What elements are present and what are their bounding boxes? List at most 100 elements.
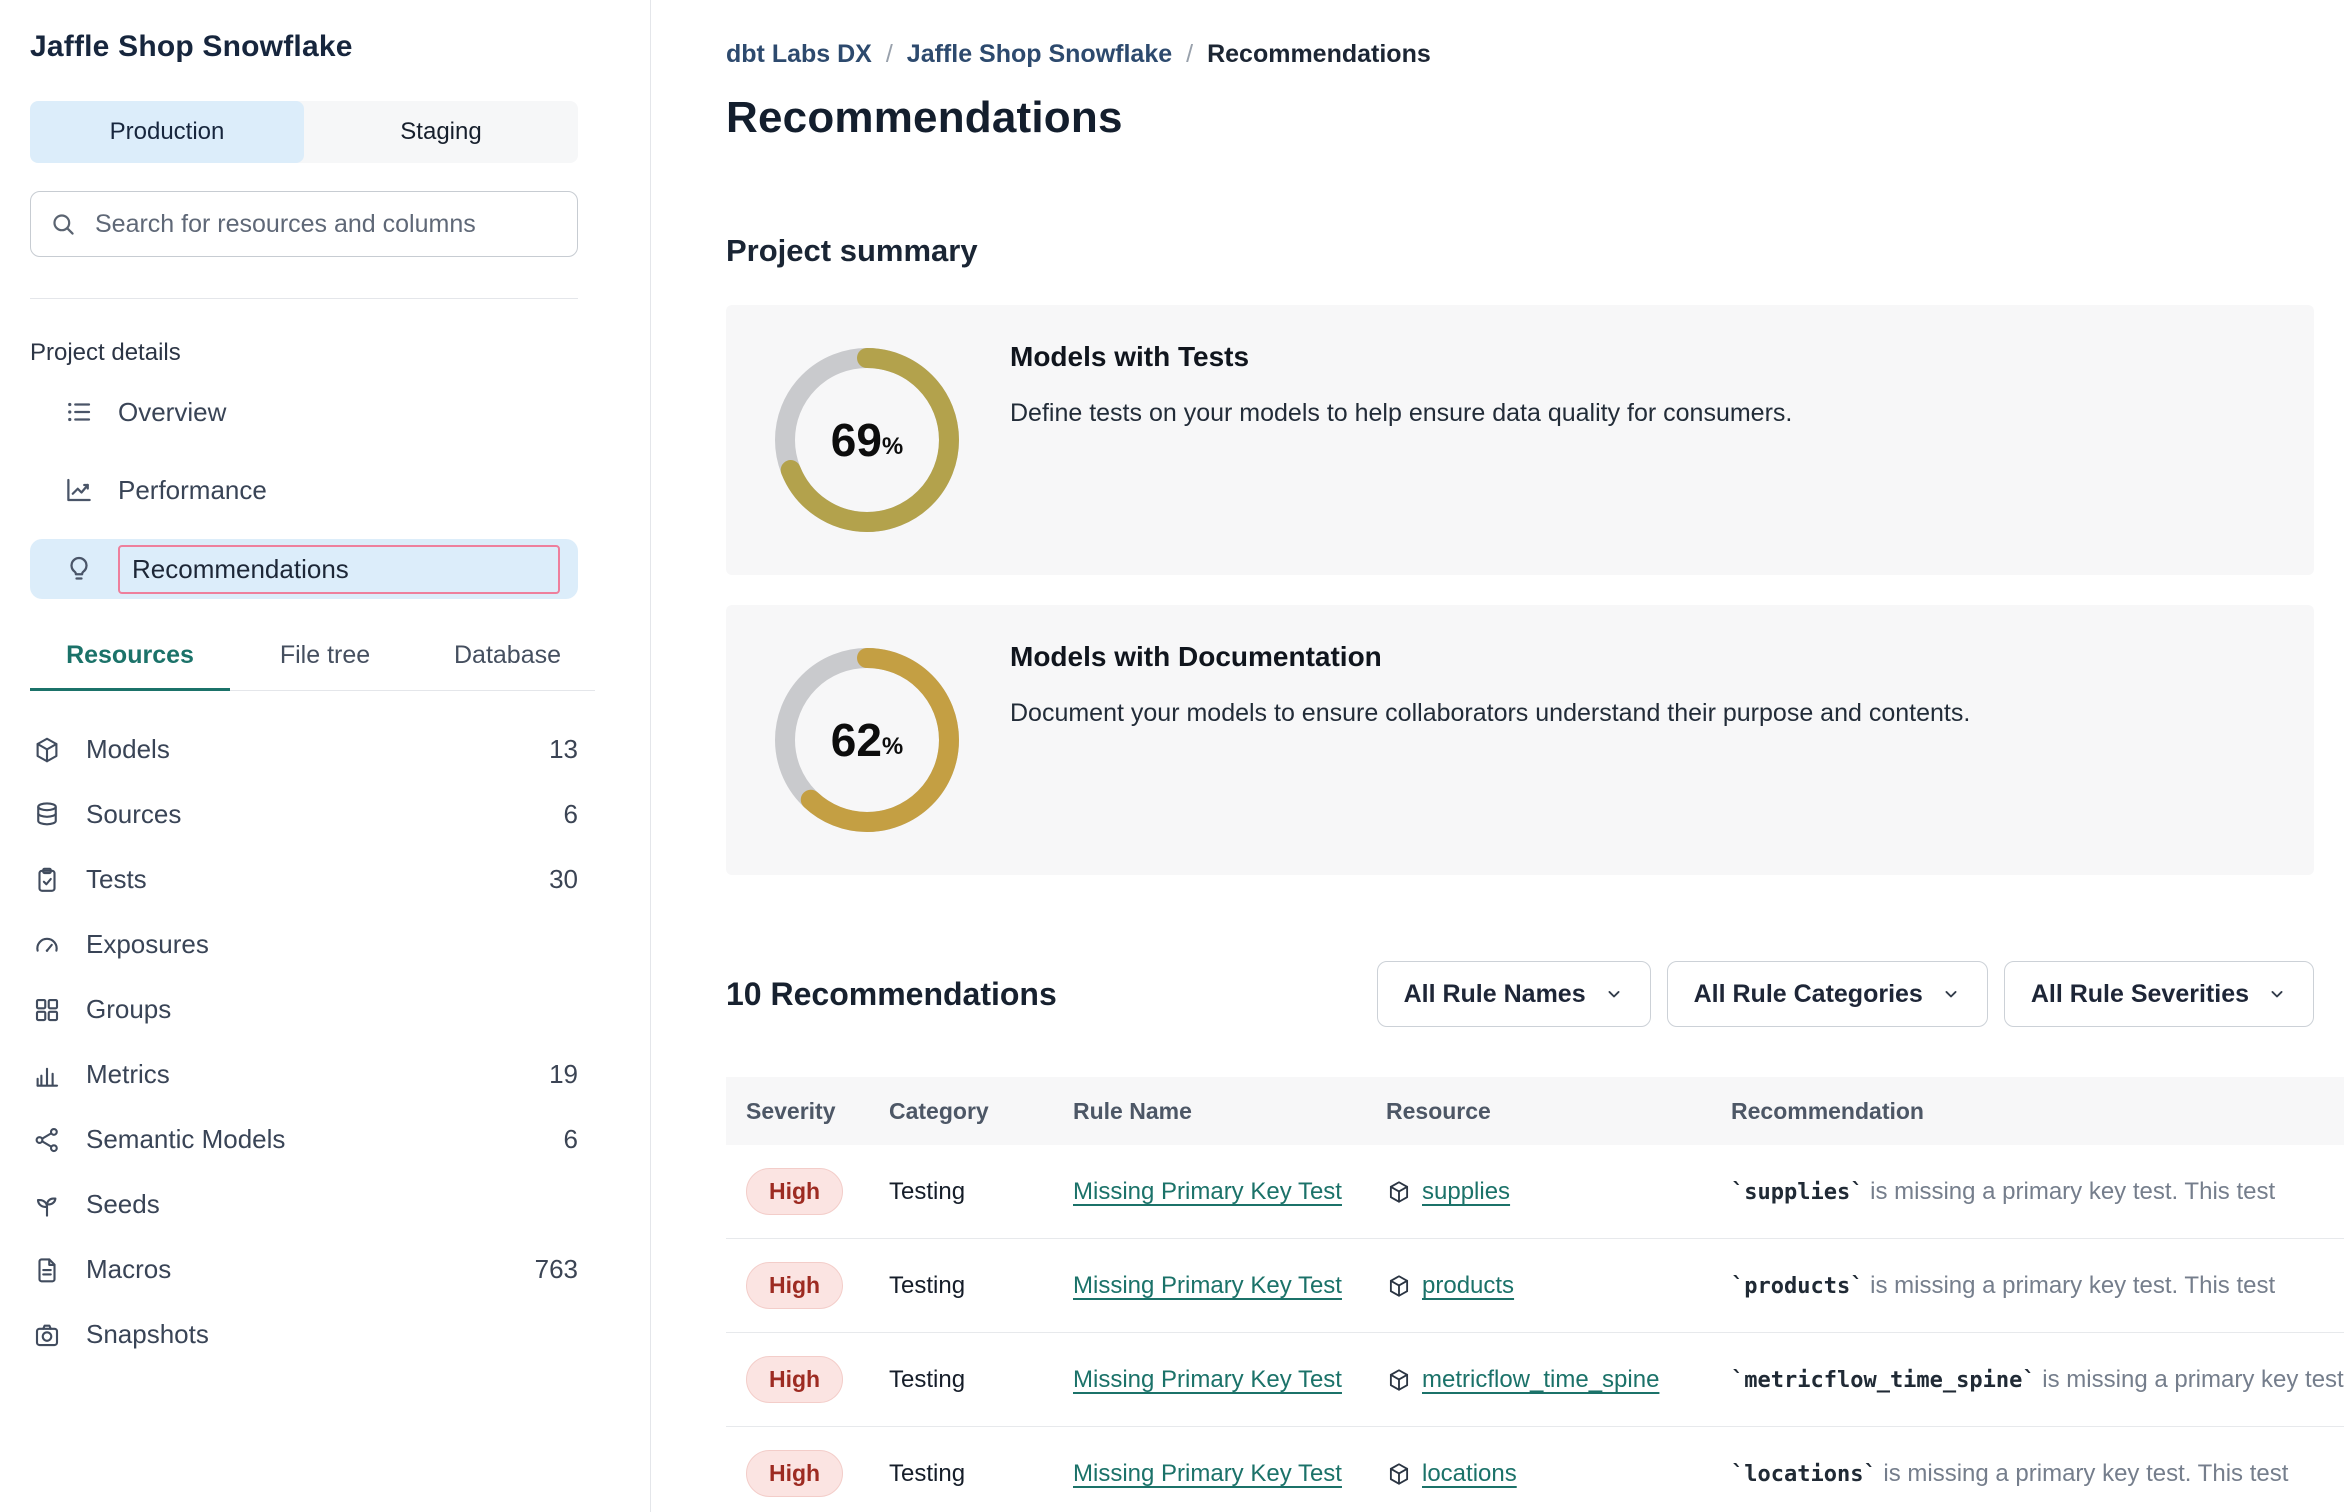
- breadcrumb-project[interactable]: Jaffle Shop Snowflake: [907, 40, 1172, 69]
- resource-label: Seeds: [86, 1189, 160, 1220]
- resource-item-macros[interactable]: Macros 763: [30, 1237, 578, 1302]
- cube-icon: [1386, 1367, 1412, 1393]
- cube-icon: [1386, 1273, 1412, 1299]
- donut-chart-documentation: 62 %: [772, 645, 962, 835]
- card-description: Define tests on your models to help ensu…: [1010, 399, 1792, 428]
- resource-item-snapshots[interactable]: Snapshots: [30, 1302, 578, 1367]
- sidebar-item-recommendations[interactable]: Recommendations: [30, 539, 578, 599]
- tab-resources[interactable]: Resources: [30, 641, 230, 691]
- table-row: High Testing Missing Primary Key Test me…: [726, 1333, 2344, 1427]
- resource-link[interactable]: metricflow_time_spine: [1422, 1366, 1659, 1394]
- resource-item-semantic-models[interactable]: Semantic Models 6: [30, 1107, 578, 1172]
- category-cell: Testing: [889, 1366, 1073, 1394]
- recommendation-text: is missing a primary key test. This test: [2036, 1366, 2344, 1393]
- percent-number: 62: [831, 713, 882, 767]
- resource-label: Sources: [86, 799, 181, 830]
- recommendation-text: is missing a primary key test. This test: [1863, 1272, 2275, 1299]
- category-cell: Testing: [889, 1178, 1073, 1206]
- col-header-severity: Severity: [746, 1098, 889, 1125]
- filter-rule-categories[interactable]: All Rule Categories: [1667, 961, 1988, 1027]
- tab-staging[interactable]: Staging: [304, 101, 578, 163]
- donut-value: 62 %: [772, 645, 962, 835]
- resource-count: 763: [535, 1254, 578, 1285]
- table-row: High Testing Missing Primary Key Test pr…: [726, 1239, 2344, 1333]
- resource-tabs: Resources File tree Database: [30, 641, 595, 691]
- tab-file-tree[interactable]: File tree: [230, 641, 420, 690]
- page-title: Recommendations: [726, 93, 2344, 143]
- breadcrumb-separator: /: [1186, 40, 1193, 69]
- chevron-down-icon: [1941, 984, 1961, 1004]
- table-header-row: Severity Category Rule Name Resource Rec…: [726, 1077, 2344, 1145]
- resource-code: `products`: [1731, 1274, 1863, 1299]
- rule-name-link[interactable]: Missing Primary Key Test: [1073, 1178, 1342, 1205]
- card-description: Document your models to ensure collabora…: [1010, 699, 1970, 728]
- tab-database[interactable]: Database: [420, 641, 595, 690]
- sidebar-item-overview[interactable]: Overview: [30, 383, 578, 441]
- filter-label: All Rule Categories: [1694, 980, 1923, 1009]
- rule-name-link[interactable]: Missing Primary Key Test: [1073, 1460, 1342, 1487]
- breadcrumb-account[interactable]: dbt Labs DX: [726, 40, 872, 69]
- chevron-down-icon: [2267, 984, 2287, 1004]
- col-header-recommendation: Recommendation: [1731, 1098, 2344, 1125]
- resource-item-sources[interactable]: Sources 6: [30, 782, 578, 847]
- breadcrumb-current: Recommendations: [1207, 40, 1431, 69]
- search-input[interactable]: [93, 209, 559, 240]
- recommendation-cell: `locations` is missing a primary key tes…: [1731, 1460, 2344, 1488]
- percent-sign: %: [882, 733, 903, 761]
- overview-icon: [64, 397, 94, 427]
- resource-label: Macros: [86, 1254, 171, 1285]
- recommendations-count-heading: 10 Recommendations: [726, 976, 1057, 1013]
- resource-item-exposures[interactable]: Exposures: [30, 912, 578, 977]
- environment-switcher: Production Staging: [30, 101, 578, 163]
- sidebar-item-performance[interactable]: Performance: [30, 461, 578, 519]
- cube-icon: [30, 735, 64, 765]
- recommendation-text: is missing a primary key test. This test: [1877, 1460, 2289, 1487]
- resource-item-tests[interactable]: Tests 30: [30, 847, 578, 912]
- file-text-icon: [30, 1255, 64, 1285]
- card-title: Models with Tests: [1010, 341, 1792, 373]
- resource-item-seeds[interactable]: Seeds: [30, 1172, 578, 1237]
- recommendations-table: Severity Category Rule Name Resource Rec…: [726, 1077, 2344, 1512]
- resource-label: Models: [86, 734, 170, 765]
- resource-item-groups[interactable]: Groups: [30, 977, 578, 1042]
- table-row: High Testing Missing Primary Key Test su…: [726, 1145, 2344, 1239]
- resource-count: 6: [564, 1124, 578, 1155]
- project-details-label: Project details: [30, 339, 578, 367]
- col-header-resource: Resource: [1386, 1098, 1731, 1125]
- resource-label: Tests: [86, 864, 147, 895]
- resource-label: Groups: [86, 994, 171, 1025]
- resource-item-metrics[interactable]: Metrics 19: [30, 1042, 578, 1107]
- severity-badge: High: [746, 1450, 843, 1497]
- rule-name-link[interactable]: Missing Primary Key Test: [1073, 1366, 1342, 1393]
- filter-rule-names[interactable]: All Rule Names: [1377, 961, 1651, 1027]
- filter-label: All Rule Names: [1404, 980, 1586, 1009]
- cube-icon: [1386, 1461, 1412, 1487]
- sidebar-item-label: Overview: [118, 397, 226, 428]
- percent-sign: %: [882, 433, 903, 461]
- summary-card-models-with-tests: 69 % Models with Tests Define tests on y…: [726, 305, 2314, 575]
- sidebar-item-label: Recommendations: [132, 554, 349, 584]
- clipboard-check-icon: [30, 865, 64, 895]
- recommendation-text: is missing a primary key test. This test: [1863, 1178, 2275, 1205]
- rule-name-link[interactable]: Missing Primary Key Test: [1073, 1272, 1342, 1299]
- sidebar-divider: [30, 298, 578, 299]
- tab-production[interactable]: Production: [30, 101, 304, 163]
- project-details-nav: Overview Performance Recommendations: [30, 383, 578, 599]
- bar-chart-icon: [30, 1060, 64, 1090]
- database-icon: [30, 800, 64, 830]
- resource-link[interactable]: products: [1422, 1272, 1514, 1300]
- resource-count: 30: [549, 864, 578, 895]
- filter-label: All Rule Severities: [2031, 980, 2249, 1009]
- search-box[interactable]: [30, 191, 578, 257]
- resource-item-models[interactable]: Models 13: [30, 717, 578, 782]
- resource-link[interactable]: locations: [1422, 1460, 1517, 1488]
- resource-link[interactable]: supplies: [1422, 1178, 1510, 1206]
- card-title: Models with Documentation: [1010, 641, 1970, 673]
- project-summary-heading: Project summary: [726, 233, 2344, 269]
- recommendation-cell: `supplies` is missing a primary key test…: [1731, 1178, 2344, 1206]
- sidebar: Jaffle Shop Snowflake Production Staging…: [0, 0, 651, 1512]
- gauge-icon: [30, 930, 64, 960]
- grid-icon: [30, 995, 64, 1025]
- filter-rule-severities[interactable]: All Rule Severities: [2004, 961, 2314, 1027]
- severity-badge: High: [746, 1168, 843, 1215]
